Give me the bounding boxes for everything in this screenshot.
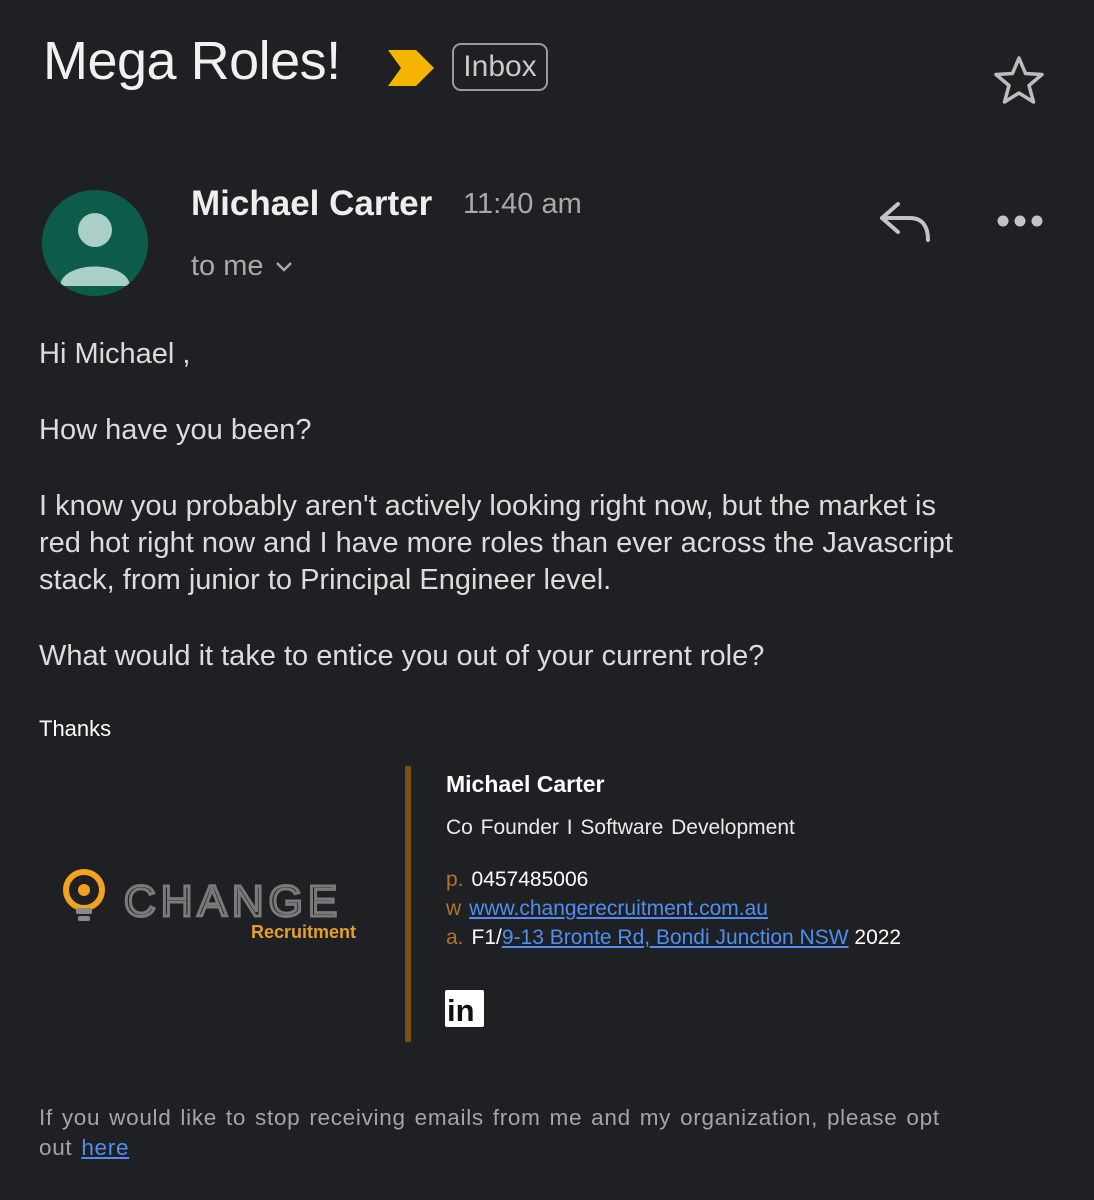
sent-time: 11:40 am [463,188,582,220]
signature-web-line: w www.changerecruitment.com.au [446,897,768,921]
star-icon[interactable] [992,54,1046,108]
linkedin-icon[interactable]: in [445,990,484,1028]
address-postcode: 2022 [854,926,902,949]
more-options-icon[interactable] [996,208,1044,234]
address-link[interactable]: 9-13 Bronte Rd, Bondi Junction NSW [502,926,849,949]
unsubscribe-text: If you would like to stop receiving emai… [39,1105,940,1160]
email-subject: Mega Roles! [43,31,341,91]
unsubscribe-notice: If you would like to stop receiving emai… [39,1103,969,1163]
address-key: a. [446,926,464,949]
recipient-toggle[interactable]: to me [191,250,294,283]
inbox-label-chip[interactable]: Inbox [452,43,548,91]
recipient-label: to me [191,250,264,282]
avatar[interactable] [42,190,148,296]
chevron-down-icon [275,261,292,272]
logo-wordmark: CHANGE [124,877,342,926]
greeting-text: Hi Michael , [39,338,191,370]
importance-marker-icon[interactable] [388,50,434,86]
signature-divider [405,766,411,1042]
linkedin-glyph: in [447,993,475,1027]
question-text: How have you been? [39,414,312,446]
pitch-text: I know you probably aren't actively look… [39,490,953,596]
signoff-text: Thanks [39,716,112,741]
sender-name[interactable]: Michael Carter [191,184,432,224]
logo-subtitle: Recruitment [251,922,356,942]
website-link[interactable]: www.changerecruitment.com.au [469,897,768,920]
ask-text: What would it take to entice you out of … [39,640,765,672]
address-prefix: F1/ [471,926,502,949]
signature-title: Co Founder I Software Development [446,816,795,839]
web-key: w [446,897,462,920]
signature-phone-line: p. 0457485006 [446,868,588,892]
unsubscribe-link[interactable]: here [81,1135,129,1160]
reply-icon[interactable] [876,198,932,244]
change-recruitment-logo: CHANGE Recruitment [63,869,356,942]
phone-key: p. [446,868,464,891]
signature-address-line: a. F1/9-13 Bronte Rd, Bondi Junction NSW … [446,926,901,950]
signature-name: Michael Carter [446,771,605,797]
phone-value[interactable]: 0457485006 [472,868,589,891]
person-icon [60,213,130,286]
